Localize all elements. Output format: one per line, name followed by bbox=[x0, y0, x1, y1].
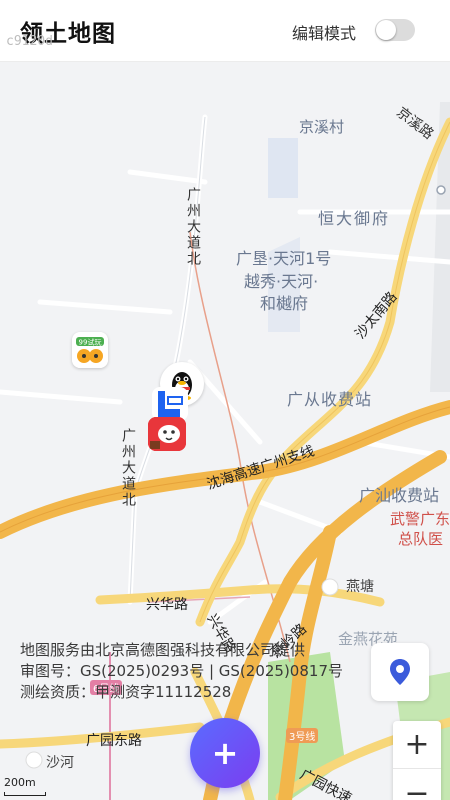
game-app-icon: 99试玩 bbox=[72, 332, 108, 368]
zoom-in-button[interactable]: + bbox=[393, 721, 441, 769]
red-app-icon bbox=[148, 417, 186, 451]
water-area bbox=[268, 138, 298, 198]
zoom-controls: + − bbox=[393, 721, 441, 800]
debug-id-text: c9120d bbox=[6, 34, 53, 49]
edit-mode-toggle[interactable] bbox=[375, 19, 415, 41]
zoom-out-button[interactable]: − bbox=[393, 769, 441, 800]
toggle-knob bbox=[376, 20, 396, 40]
place-label: 恒大御府 bbox=[318, 209, 391, 228]
road-label: 兴华路 bbox=[146, 597, 188, 613]
map-view[interactable]: 京溪村 京溪路 恒大御府 广垦·天河1号 越秀·天河· 和樾府 广从收费站 广汕… bbox=[0, 62, 450, 800]
add-territory-button[interactable]: + bbox=[190, 718, 260, 788]
metro-line-badge: 3号线 bbox=[286, 728, 319, 743]
locate-me-button[interactable] bbox=[371, 643, 429, 701]
app-marker-red[interactable] bbox=[148, 417, 186, 451]
blue-app-icon bbox=[158, 391, 183, 417]
place-label: 广汕收费站 bbox=[359, 486, 440, 505]
road-label: 广园东路 bbox=[86, 733, 142, 749]
app-marker-99shiwan[interactable]: 99试玩 bbox=[72, 332, 108, 368]
app-marker-label: 99试玩 bbox=[79, 338, 102, 347]
location-pin-icon bbox=[390, 659, 410, 685]
place-label: 和樾府 bbox=[260, 294, 309, 313]
station-label: 沙河 bbox=[46, 755, 74, 771]
place-label: 广从收费站 bbox=[287, 390, 373, 409]
attribution-line: 地图服务由北京高德图强科技有限公司提供 bbox=[20, 641, 306, 659]
road-label: 广州大道北 bbox=[120, 428, 136, 508]
map-attribution: 地图服务由北京高德图强科技有限公司提供 审图号：GS(2025)0293号 | … bbox=[20, 640, 380, 703]
map-scale-bar bbox=[4, 792, 46, 796]
road-label: 广州大道北 bbox=[185, 187, 201, 267]
edit-mode-label: 编辑模式 bbox=[292, 24, 357, 43]
attribution-line: 测绘资质：甲测资字11112528 bbox=[20, 683, 232, 701]
app-header: 领土地图 c9120d 编辑模式 bbox=[0, 0, 450, 62]
place-label: 京溪村 bbox=[299, 118, 345, 136]
app-marker-blue[interactable] bbox=[152, 387, 188, 421]
place-label: 总队医 bbox=[398, 530, 444, 548]
place-label: 越秀·天河· bbox=[244, 272, 319, 291]
place-label: 武警广东 bbox=[390, 510, 450, 528]
attribution-line: 审图号：GS(2025)0293号 | GS(2025)0817号 bbox=[20, 662, 343, 680]
station-label: 燕塘 bbox=[346, 579, 374, 595]
place-label: 广垦·天河1号 bbox=[236, 249, 332, 268]
map-scale-label: 200m bbox=[4, 776, 36, 789]
